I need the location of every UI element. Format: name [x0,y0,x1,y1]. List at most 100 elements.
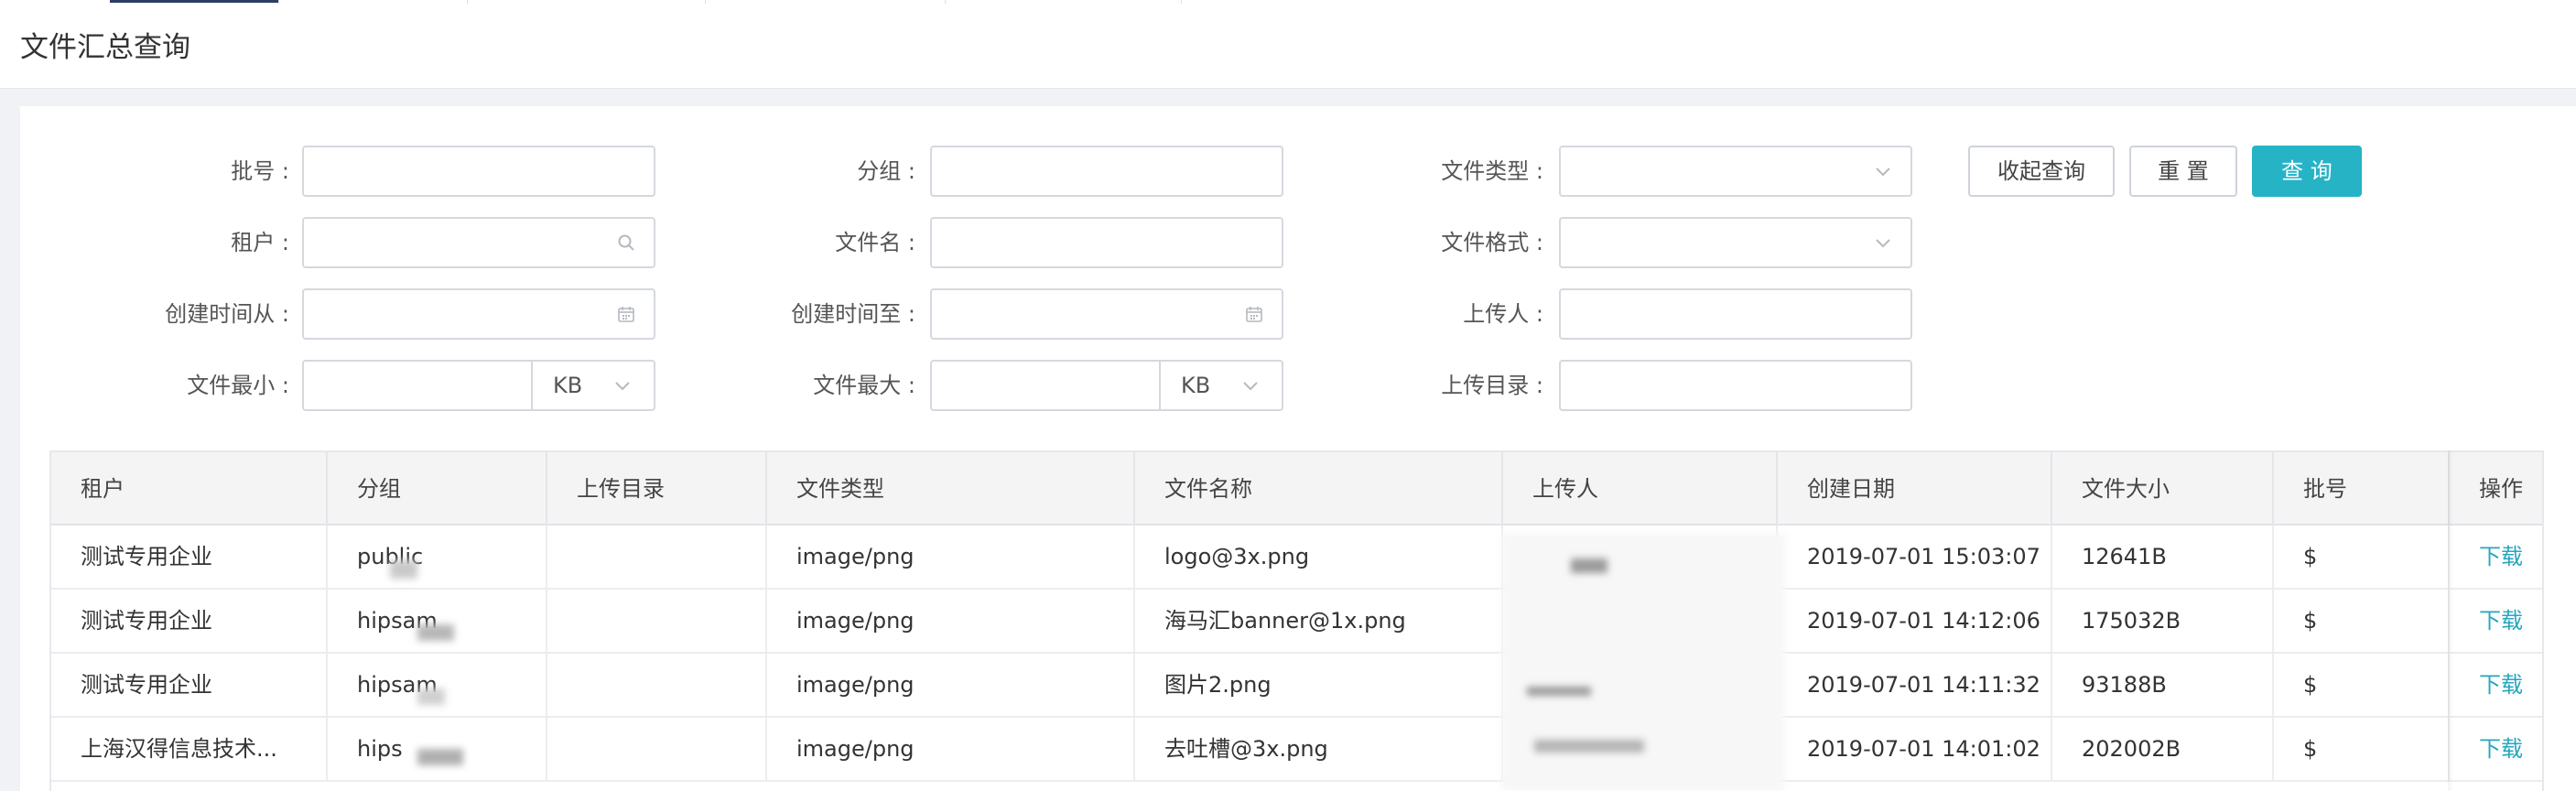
redacted-mark [417,688,445,705]
column-header-file-name[interactable]: 文件名称 [1133,452,1501,526]
column-header-created-date[interactable]: 创建日期 [1776,452,2051,526]
file-type-select[interactable] [1559,146,1912,197]
max-size-input[interactable]: KB [930,360,1283,411]
cell-file-type: image/png [765,718,1133,780]
redacted-mark [390,560,417,579]
cell-created-date: 2019-07-01 14:01:02 [1776,718,2051,780]
calendar-icon [1246,307,1262,322]
column-header-file-type[interactable]: 文件类型 [765,452,1133,526]
created-from-label: 创建时间从 : [165,301,289,327]
download-link[interactable]: 下载 [2448,526,2542,588]
tenant-input[interactable] [302,217,655,268]
active-tab-indicator[interactable] [110,0,278,3]
cell-file-name: 图片2.png [1133,654,1501,716]
upload-dir-label: 上传目录 : [1441,373,1543,398]
chevron-down-icon [1243,382,1258,391]
tab-divider [945,0,946,4]
download-link[interactable]: 下载 [2448,654,2542,716]
tab-divider [278,0,279,4]
table-row[interactable]: 测试专用企业 hipsam image/png 图片2.png 2019-07-… [51,654,2542,718]
created-to-datepicker[interactable] [930,288,1283,340]
search-button[interactable]: 查 询 [2252,146,2362,197]
cell-created-date: 2019-07-01 14:11:32 [1776,654,2051,716]
fixed-column-shadow [2448,450,2453,791]
redacted-mark [1571,558,1607,573]
calendar-icon [618,307,634,322]
min-size-label: 文件最小 : [187,373,289,398]
table-row[interactable]: 测试专用企业 public image/png logo@3x.png 2019… [51,526,2542,590]
min-size-unit-select[interactable]: KB [531,362,654,409]
cell-batch: $ [2272,654,2448,716]
page-title: 文件汇总查询 [20,31,190,64]
max-size-unit-select[interactable]: KB [1159,362,1282,409]
group-label: 分组 : [857,158,915,184]
chevron-down-icon [615,382,630,391]
column-header-action: 操作 [2448,452,2542,526]
collapse-query-button[interactable]: 收起查询 [1968,146,2115,197]
cell-file-name: 去吐槽@3x.png [1133,718,1501,780]
cell-group: hipsam [326,654,546,716]
column-header-tenant[interactable]: 租户 [51,452,326,526]
cell-batch: $ [2272,718,2448,780]
redacted-mark [417,749,463,765]
table-header: 租户 分组 上传目录 文件类型 文件名称 上传人 创建日期 文件大小 批号 操作 [51,450,2542,526]
uploader-input[interactable] [1559,288,1912,340]
cell-file-size: 202002B [2051,718,2272,780]
file-format-label: 文件格式 : [1441,230,1543,255]
cell-upload-dir [546,590,765,652]
cell-tenant: 测试专用企业 [81,544,212,569]
redacted-mark [1527,687,1591,696]
cell-group: hipsam [326,590,546,652]
cell-tenant: 测试专用企业 [81,608,212,634]
min-size-input[interactable]: KB [302,360,655,411]
tenant-label: 租户 : [231,230,289,255]
redacted-mark [417,624,454,641]
tab-divider [467,0,468,4]
unit-label: KB [1181,373,1211,398]
batch-input[interactable] [302,146,655,197]
cell-file-name: 海马汇banner@1x.png [1133,590,1501,652]
tab-divider [705,0,706,4]
search-icon [618,234,634,251]
group-input[interactable] [930,146,1283,197]
table-row[interactable]: 测试专用企业 hipsam image/png 海马汇banner@1x.png… [51,590,2542,654]
cell-upload-dir [546,718,765,780]
cell-file-size: 175032B [2051,590,2272,652]
column-header-group[interactable]: 分组 [326,452,546,526]
created-from-datepicker[interactable] [302,288,655,340]
cell-upload-dir [546,526,765,588]
file-name-label: 文件名 : [835,230,915,255]
max-size-label: 文件最大 : [813,373,915,398]
column-header-batch[interactable]: 批号 [2272,452,2448,526]
cell-file-size: 12641B [2051,526,2272,588]
cell-file-type: image/png [765,654,1133,716]
uploader-label: 上传人 : [1463,301,1543,327]
cell-file-size: 93188B [2051,654,2272,716]
file-type-label: 文件类型 : [1441,158,1543,184]
tab-strip [0,0,2576,4]
tab-divider [1181,0,1182,4]
column-header-file-size[interactable]: 文件大小 [2051,452,2272,526]
cell-file-type: image/png [765,526,1133,588]
column-header-upload-dir[interactable]: 上传目录 [546,452,765,526]
file-table: 租户 分组 上传目录 文件类型 文件名称 上传人 创建日期 文件大小 批号 操作… [49,450,2544,791]
cell-tenant: 上海汉得信息技术... [81,736,277,762]
chevron-down-icon [1876,239,1890,248]
download-link[interactable]: 下载 [2448,590,2542,652]
file-format-select[interactable] [1559,217,1912,268]
cell-upload-dir [546,654,765,716]
reset-button[interactable]: 重 置 [2129,146,2237,197]
redacted-mark [1534,740,1644,753]
download-link[interactable]: 下载 [2448,718,2542,780]
batch-label: 批号 : [231,158,289,184]
cell-file-name: logo@3x.png [1133,526,1501,588]
cell-batch: $ [2272,526,2448,588]
upload-dir-input[interactable] [1559,360,1912,411]
cell-batch: $ [2272,590,2448,652]
page-header: 文件汇总查询 [0,0,2576,89]
column-header-uploader[interactable]: 上传人 [1501,452,1776,526]
file-name-input[interactable] [930,217,1283,268]
cell-created-date: 2019-07-01 14:12:06 [1776,590,2051,652]
cell-created-date: 2019-07-01 15:03:07 [1776,526,2051,588]
chevron-down-icon [1876,168,1890,177]
